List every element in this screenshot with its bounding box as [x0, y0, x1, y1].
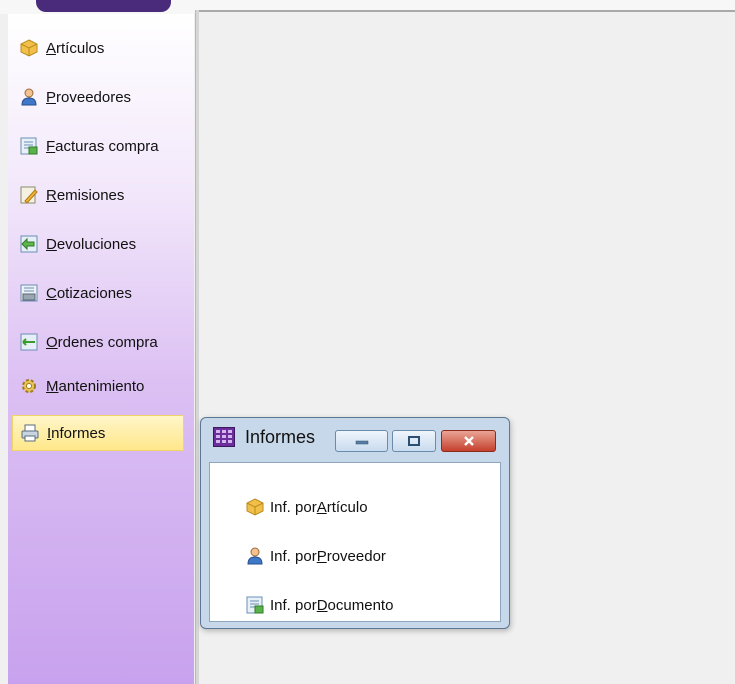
sidebar-item-articulos[interactable]: Artículos: [12, 30, 184, 66]
window-body: Inf. por Artículo Inf. por Proveedor Inf…: [209, 462, 501, 622]
window-titlebar[interactable]: Informes: [201, 418, 509, 454]
maintenance-icon: [18, 375, 40, 397]
app-icon: [213, 427, 235, 447]
sidebar-item-mantenimiento[interactable]: Mantenimiento: [12, 368, 184, 404]
sidebar-item-facturas-compra[interactable]: Facturas compra: [12, 128, 184, 164]
sidebar-item-label: Devoluciones: [46, 235, 137, 253]
sidebar-item-label: Informes: [47, 424, 106, 442]
restore-icon: [408, 436, 420, 446]
top-accent: [36, 0, 171, 12]
minimize-button[interactable]: [335, 430, 388, 452]
sidebar-item-label: Facturas compra: [46, 137, 159, 155]
edit-document-icon: [18, 184, 40, 206]
close-icon: [463, 436, 474, 446]
person-icon: [18, 86, 40, 108]
quote-document-icon: [18, 282, 40, 304]
sidebar-item-label: Remisiones: [46, 186, 125, 204]
sidebar: Artículos Proveedores Facturas compra Re…: [8, 14, 194, 684]
sidebar-item-devoluciones[interactable]: Devoluciones: [12, 226, 184, 262]
window-title: Informes: [245, 427, 316, 447]
printer-icon: [19, 422, 41, 444]
sidebar-item-informes[interactable]: Informes: [12, 415, 184, 451]
sidebar-item-label: Cotizaciones: [46, 284, 132, 302]
sidebar-item-label: Ordenes compra: [46, 333, 158, 351]
restore-button[interactable]: [392, 430, 436, 452]
sidebar-item-remisiones[interactable]: Remisiones: [12, 177, 184, 213]
sidebar-item-proveedores[interactable]: Proveedores: [12, 79, 184, 115]
sidebar-item-label: Proveedores: [46, 88, 132, 106]
person-icon: [244, 545, 266, 567]
menu-item-inf-por-proveedor[interactable]: Inf. por Proveedor: [244, 542, 386, 570]
sidebar-item-ordenes-compra[interactable]: Ordenes compra: [12, 324, 184, 360]
invoice-icon: [18, 135, 40, 157]
sidebar-item-label: Artículos: [46, 39, 105, 57]
sidebar-item-cotizaciones[interactable]: Cotizaciones: [12, 275, 184, 311]
menu-item-inf-por-articulo[interactable]: Inf. por Artículo: [244, 493, 368, 521]
close-button[interactable]: [441, 430, 496, 452]
box-icon: [18, 37, 40, 59]
minimize-icon: [355, 440, 368, 445]
menu-item-inf-por-documento[interactable]: Inf. por Documento: [244, 591, 393, 619]
sidebar-item-label: Mantenimiento: [46, 377, 145, 395]
order-document-icon: [18, 331, 40, 353]
box-icon: [244, 496, 266, 518]
return-document-icon: [18, 233, 40, 255]
informes-window[interactable]: Informes Inf. por Artículo Inf. por Prov…: [200, 417, 510, 629]
document-icon: [244, 594, 266, 616]
